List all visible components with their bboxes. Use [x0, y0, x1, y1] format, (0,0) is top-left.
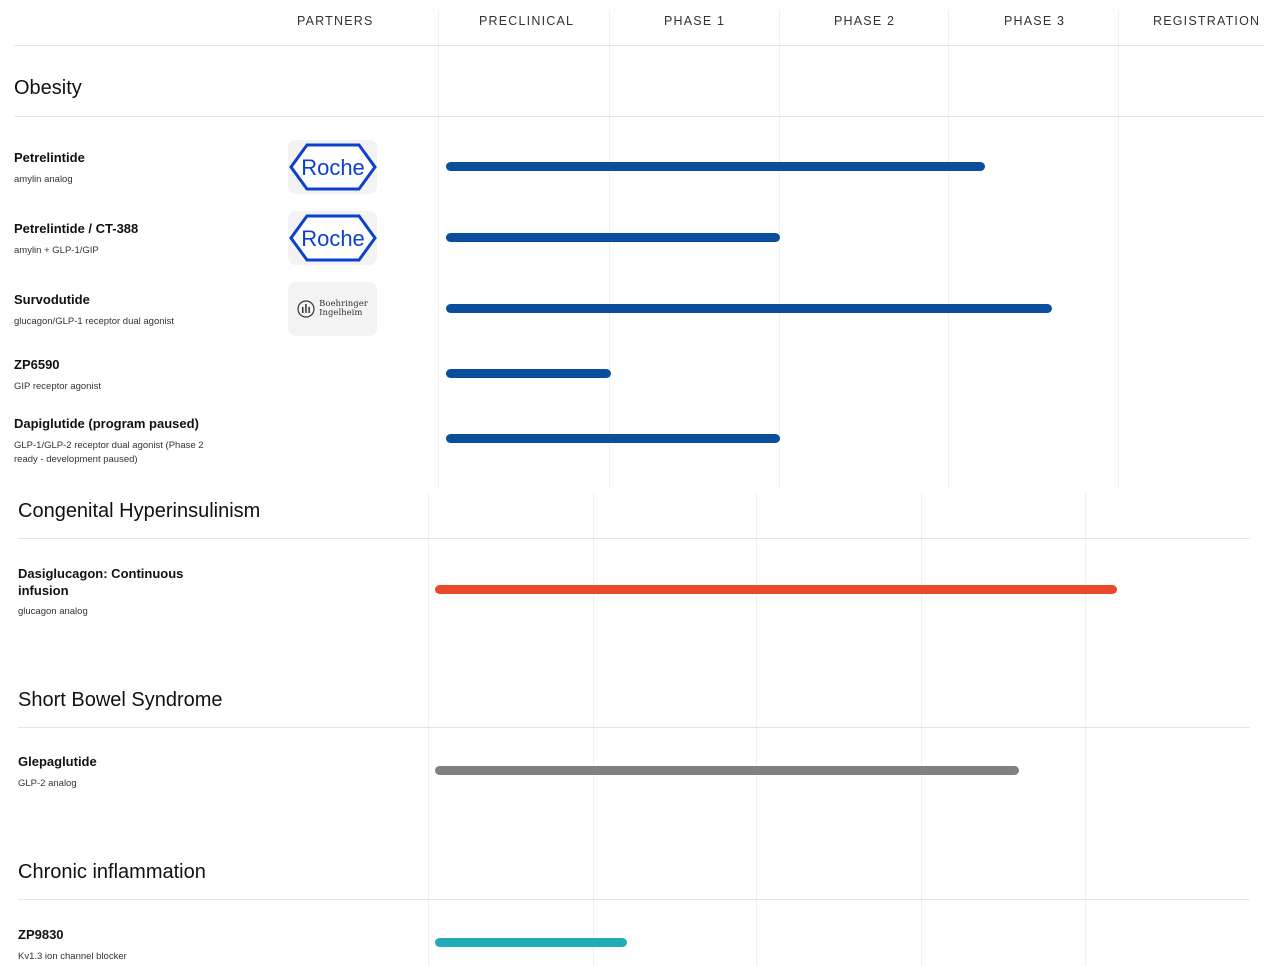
- program-name[interactable]: Glepaglutide: [18, 753, 97, 770]
- section-divider: [18, 727, 1250, 728]
- program-name[interactable]: ZP6590: [14, 356, 60, 373]
- progress-bar: [446, 369, 611, 378]
- section-title-obesity: Obesity: [14, 77, 82, 99]
- program-description: GLP-1/GLP-2 receptor dual agonist (Phase…: [14, 440, 204, 465]
- column-header-registration: REGISTRATION: [1153, 14, 1261, 28]
- program-description: GLP-2 analog: [18, 778, 77, 789]
- partner-logo-roche: Roche: [288, 211, 377, 265]
- column-header-phase1: PHASE 1: [664, 14, 726, 28]
- grid-line: [593, 492, 594, 966]
- progress-bar: [435, 766, 1019, 775]
- boehringer-logo-line2: Ingelheim: [319, 308, 363, 318]
- section-title-congenital-hyperinsulinism: Congenital Hyperinsulinism: [18, 500, 261, 522]
- progress-bar: [446, 233, 780, 242]
- program-description: glucagon/GLP-1 receptor dual agonist: [14, 316, 175, 327]
- roche-logo-text: Roche: [301, 155, 365, 180]
- grid-line: [438, 10, 439, 488]
- grid-line: [609, 10, 610, 488]
- boehringer-emblem-icon: [297, 300, 315, 318]
- partner-logo-roche: Roche: [288, 140, 377, 194]
- program-description: Kv1.3 ion channel blocker: [18, 951, 127, 962]
- partner-logo-boehringer: Boehringer Ingelheim: [288, 282, 377, 336]
- column-header-phase2: PHASE 2: [834, 14, 896, 28]
- progress-bar: [446, 162, 985, 171]
- program-description: amylin + GLP-1/GIP: [14, 245, 99, 256]
- program-name[interactable]: ZP9830: [18, 926, 64, 943]
- program-name[interactable]: Petrelintide: [14, 149, 85, 166]
- grid-line: [1118, 10, 1119, 488]
- grid-line: [948, 10, 949, 488]
- program-name[interactable]: Dapiglutide (program paused): [14, 415, 199, 432]
- section-divider: [14, 116, 1264, 117]
- grid-line: [428, 492, 429, 966]
- grid-line: [921, 492, 922, 966]
- section-title-chronic-inflammation: Chronic inflammation: [18, 861, 206, 883]
- program-name[interactable]: Survodutide: [14, 291, 90, 308]
- progress-bar: [435, 585, 1117, 594]
- section-title-short-bowel-syndrome: Short Bowel Syndrome: [18, 689, 223, 711]
- progress-bar: [446, 304, 1052, 313]
- section-divider: [18, 538, 1250, 539]
- header-divider: [14, 45, 1264, 46]
- program-description: amylin analog: [14, 174, 73, 185]
- program-name[interactable]: Dasiglucagon: Continuous infusion: [18, 565, 193, 599]
- column-header-phase3: PHASE 3: [1004, 14, 1066, 28]
- grid-line: [779, 10, 780, 488]
- program-name[interactable]: Petrelintide / CT-388: [14, 220, 138, 237]
- section-divider: [18, 899, 1250, 900]
- program-description: GIP receptor agonist: [14, 381, 101, 392]
- grid-line: [1085, 492, 1086, 966]
- roche-logo-text: Roche: [301, 226, 365, 251]
- column-header-partners: PARTNERS: [297, 14, 374, 28]
- progress-bar: [446, 434, 780, 443]
- progress-bar: [435, 938, 627, 947]
- column-header-preclinical: PRECLINICAL: [479, 14, 575, 28]
- grid-line: [756, 492, 757, 966]
- program-description: glucagon analog: [18, 606, 88, 617]
